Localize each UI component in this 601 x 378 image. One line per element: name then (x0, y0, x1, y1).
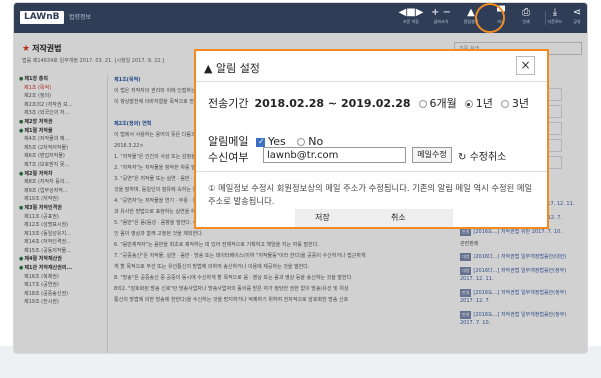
period-radio[interactable] (464, 100, 473, 108)
dialog-divider (196, 81, 547, 82)
app-logo[interactable]: LAWnB (20, 11, 64, 24)
period-dates: 2018.02.28 ~ 2019.02.28 (254, 97, 411, 110)
period-option-label: 6개월 (429, 97, 457, 110)
nav-tool[interactable]: + − 글자크기 (428, 6, 454, 31)
dialog-title: ▲ 알림 설정 (204, 62, 260, 75)
save-button[interactable]: 저장 (315, 212, 330, 223)
period-label: 전송기간 (208, 97, 249, 110)
cancel-edit-label: 수정취소 (469, 152, 507, 163)
close-button[interactable]: × (516, 56, 535, 75)
nav-tool-label: 글자크기 (433, 19, 449, 24)
nav-tool-icon: ◀■▶ (398, 7, 424, 18)
period-options: 6개월 1년 3년 (411, 97, 530, 110)
cancel-button[interactable]: 취소 (391, 212, 406, 223)
email-input[interactable] (263, 147, 406, 163)
cancel-edit-button[interactable]: ↻ 수정취소 (458, 148, 506, 163)
app-subtitle: 법령정보 (69, 14, 92, 21)
period-option-label: 1년 (475, 97, 493, 110)
nav-tool-label: 인쇄 (522, 19, 530, 24)
nav-tool-icon: ⋖ (572, 7, 582, 18)
nav-tool[interactable]: ⎙ 인쇄 (513, 6, 539, 31)
mail-yes-checkbox[interactable] (255, 137, 265, 147)
mail-label: 알림메일 (208, 135, 249, 148)
alert-settings-dialog: ▲ 알림 설정 × 전송기간 2018.02.28 ~ 2019.02.28 6개월… (194, 49, 549, 229)
mail-no-radio[interactable] (297, 138, 306, 146)
nav-tool-icon: + − (431, 7, 451, 18)
nav-tool[interactable]: ◀■▶ 조문 이동 (398, 6, 424, 31)
nav-tool-label: 공유 (573, 19, 581, 24)
nav-tool[interactable]: ⋖ 공유 (564, 6, 587, 31)
period-radio[interactable] (500, 100, 509, 108)
period-option-label: 3년 (511, 97, 530, 110)
dialog-divider (196, 171, 547, 172)
edit-mail-button[interactable]: 메일수정 (412, 147, 452, 163)
period-radio[interactable] (418, 100, 427, 108)
recv-label: 수신여부 (208, 151, 249, 164)
period-row: 전송기간 2018.02.28 ~ 2019.02.28 6개월 1년 3년 (208, 95, 529, 111)
dialog-button-row: 저장 취소 (295, 209, 453, 227)
app-window: LAWnB 법령정보 ◀■▶ 조문 이동 + − 글자크기 ▲ 알림설정 ▀ 비교 ⎙ 인쇄 ⤓ 다운… (13, 2, 588, 354)
nav-tool-label: 조문 이동 (403, 19, 419, 24)
nav-tool-icon: ⎙ (522, 7, 530, 18)
notice-text: ① 메일정보 수정시 회원정보상의 메일 주소가 수정됩니다. 기존의 알림 메… (208, 183, 533, 206)
alert-highlight-ring (475, 3, 505, 33)
refresh-icon: ↻ (458, 152, 470, 163)
